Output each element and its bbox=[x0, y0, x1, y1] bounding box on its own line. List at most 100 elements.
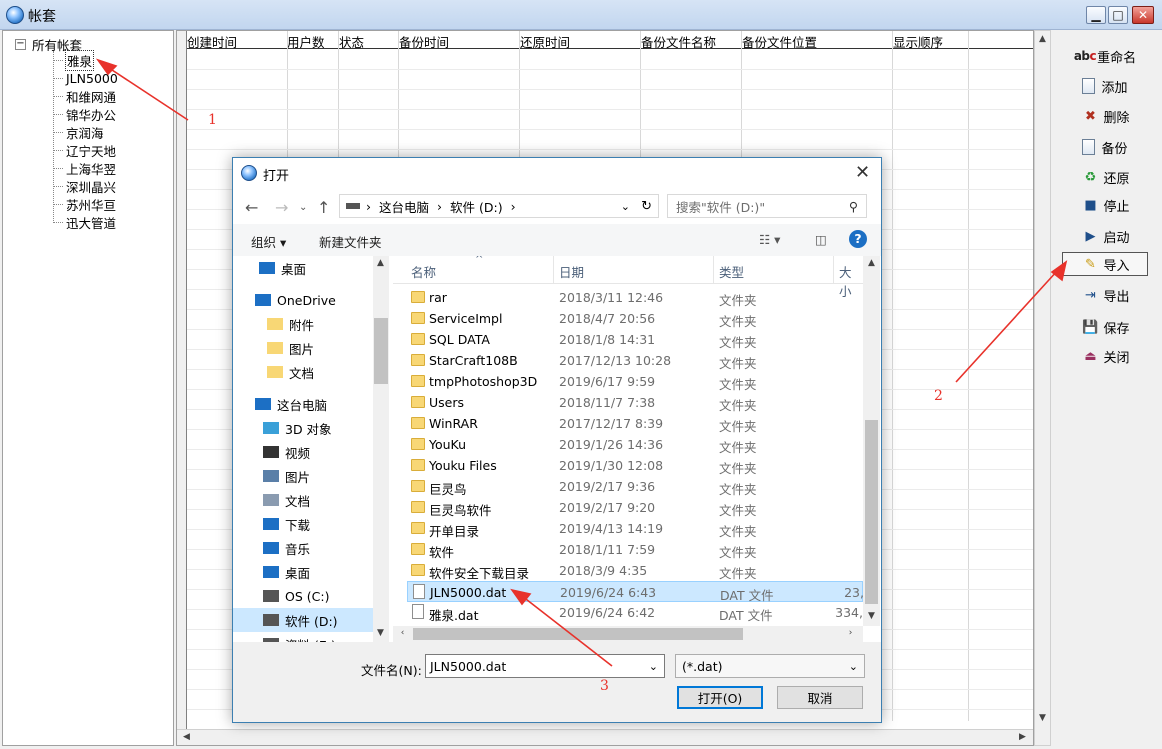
file-scroll-left-icon[interactable]: ‹ bbox=[395, 628, 410, 638]
nav-item[interactable]: 3D 对象 bbox=[233, 416, 373, 440]
nav-item[interactable]: 这台电脑 bbox=[233, 392, 373, 416]
start-button[interactable]: ▶ 启动 bbox=[1062, 224, 1148, 248]
tree-item[interactable]: 雅泉 bbox=[53, 49, 95, 71]
scroll-down-icon[interactable]: ▼ bbox=[1035, 713, 1050, 723]
file-hscroll-thumb[interactable] bbox=[413, 628, 743, 640]
file-vertical-scrollbar[interactable]: ▲ ▼ bbox=[863, 256, 880, 626]
forward-arrow-icon[interactable]: → bbox=[275, 198, 288, 217]
nav-item[interactable]: 软件 (D:) bbox=[233, 608, 373, 632]
stop-button[interactable]: ■ 停止 bbox=[1062, 193, 1148, 217]
up-arrow-icon[interactable]: ↑ bbox=[317, 198, 330, 217]
minimize-button[interactable]: ▁ bbox=[1086, 6, 1106, 24]
nav-item[interactable]: 视频 bbox=[233, 440, 373, 464]
maximize-button[interactable]: □ bbox=[1108, 6, 1128, 24]
filetype-select[interactable]: (*.dat) ⌄ bbox=[675, 654, 865, 678]
new-folder-button[interactable]: 新建文件夹 bbox=[319, 232, 382, 251]
file-row[interactable]: Users 2018/11/7 7:38 文件夹 bbox=[407, 392, 863, 413]
tree-item[interactable]: 和维网通 bbox=[53, 87, 117, 105]
nav-item[interactable]: 文档 bbox=[233, 488, 373, 512]
scroll-left-icon[interactable]: ◀ bbox=[179, 732, 194, 742]
rename-button[interactable]: ab c 重命名 bbox=[1062, 44, 1148, 68]
nav-item[interactable]: 文档 bbox=[233, 360, 373, 384]
grid-horizontal-scrollbar[interactable]: ◀ ▶ bbox=[177, 729, 1033, 745]
search-icon[interactable]: ⚲ bbox=[849, 199, 858, 214]
file-scroll-down-icon[interactable]: ▼ bbox=[864, 611, 879, 621]
tree-item[interactable]: JLN5000 bbox=[53, 69, 119, 87]
preview-pane-icon[interactable]: ◫ bbox=[815, 232, 827, 247]
file-row[interactable]: SQL DATA 2018/1/8 14:31 文件夹 bbox=[407, 329, 863, 350]
tree-item[interactable]: 辽宁天地 bbox=[53, 141, 117, 159]
nav-item[interactable]: OS (C:) bbox=[233, 584, 373, 608]
cancel-button[interactable]: 取消 bbox=[777, 686, 863, 709]
close-button[interactable]: ⏏ 关闭 bbox=[1062, 344, 1148, 368]
organize-button[interactable]: 组织 ▾ bbox=[251, 232, 286, 251]
add-button[interactable]: 添加 bbox=[1062, 74, 1148, 98]
file-horizontal-scrollbar[interactable]: ‹ › bbox=[393, 626, 863, 642]
nav-item[interactable]: 下载 bbox=[233, 512, 373, 536]
tree-item[interactable]: 锦华办公 bbox=[53, 105, 117, 123]
scroll-right-icon[interactable]: ▶ bbox=[1015, 732, 1030, 742]
dialog-close-icon[interactable]: ✕ bbox=[855, 162, 870, 183]
search-input[interactable]: 搜索"软件 (D:)" ⚲ bbox=[667, 194, 867, 218]
file-row[interactable]: tmpPhotoshop3D 2019/6/17 9:59 文件夹 bbox=[407, 371, 863, 392]
column-header[interactable]: 显示顺序 bbox=[893, 32, 943, 51]
help-icon[interactable]: ? bbox=[849, 230, 867, 248]
column-header[interactable]: 用户数 bbox=[287, 32, 325, 51]
scroll-up-icon[interactable]: ▲ bbox=[1035, 34, 1050, 44]
breadcrumb-this-pc[interactable]: 这台电脑 bbox=[379, 197, 429, 216]
column-header[interactable]: 备份时间 bbox=[399, 32, 449, 51]
tree-item[interactable]: 上海华翌 bbox=[53, 159, 117, 177]
collapse-toggle-icon[interactable]: − bbox=[15, 39, 26, 50]
file-row[interactable]: ServiceImpl 2018/4/7 20:56 文件夹 bbox=[407, 308, 863, 329]
column-header[interactable]: 备份文件名称 bbox=[641, 32, 716, 51]
filetype-dropdown-icon[interactable]: ⌄ bbox=[849, 660, 858, 673]
nav-scroll-up-icon[interactable]: ▲ bbox=[373, 258, 388, 268]
tree-item[interactable]: 苏州华亘 bbox=[53, 195, 117, 213]
column-header[interactable]: 创建时间 bbox=[187, 32, 237, 51]
nav-scrollbar[interactable]: ▲ ▼ bbox=[373, 256, 389, 642]
nav-item[interactable]: 桌面 bbox=[233, 256, 373, 280]
save-button[interactable]: 💾 保存 bbox=[1062, 315, 1148, 339]
file-row[interactable]: WinRAR 2017/12/17 8:39 文件夹 bbox=[407, 413, 863, 434]
nav-item[interactable]: OneDrive bbox=[233, 288, 373, 312]
tree-item[interactable]: 京润海 bbox=[53, 123, 105, 141]
open-button[interactable]: 打开(O) bbox=[677, 686, 763, 709]
type-column-header[interactable]: 类型 bbox=[719, 262, 744, 281]
file-row[interactable]: 巨灵鸟软件 2019/2/17 9:20 文件夹 bbox=[407, 497, 863, 518]
file-row[interactable]: JLN5000.dat 2019/6/24 6:43 DAT 文件 23, bbox=[407, 581, 864, 603]
address-box[interactable]: › 这台电脑 › 软件 (D:) › ⌄ ↻ bbox=[339, 194, 659, 218]
nav-scroll-down-icon[interactable]: ▼ bbox=[373, 628, 388, 638]
file-scroll-up-icon[interactable]: ▲ bbox=[864, 258, 879, 268]
backup-button[interactable]: 备份 bbox=[1062, 135, 1148, 159]
delete-button[interactable]: ✖ 删除 bbox=[1062, 104, 1148, 128]
nav-item[interactable]: 附件 bbox=[233, 312, 373, 336]
refresh-icon[interactable]: ↻ bbox=[641, 199, 652, 214]
restore-button[interactable]: ♻ 还原 bbox=[1062, 165, 1148, 189]
tree-item[interactable]: 深圳晶兴 bbox=[53, 177, 117, 195]
filename-dropdown-icon[interactable]: ⌄ bbox=[649, 660, 658, 673]
nav-item[interactable]: 音乐 bbox=[233, 536, 373, 560]
column-header[interactable]: 备份文件位置 bbox=[742, 32, 817, 51]
grid-vertical-scrollbar[interactable]: ▲ ▼ bbox=[1034, 30, 1051, 746]
recent-dropdown-icon[interactable]: ⌄ bbox=[299, 202, 307, 213]
file-row[interactable]: StarCraft108B 2017/12/13 10:28 文件夹 bbox=[407, 350, 863, 371]
file-row[interactable]: rar 2018/3/11 12:46 文件夹 bbox=[407, 287, 863, 308]
file-row[interactable]: 巨灵鸟 2019/2/17 9:36 文件夹 bbox=[407, 476, 863, 497]
back-arrow-icon[interactable]: ← bbox=[245, 198, 258, 217]
nav-item[interactable]: 图片 bbox=[233, 336, 373, 360]
nav-item[interactable]: 图片 bbox=[233, 464, 373, 488]
name-column-header[interactable]: 名称 bbox=[411, 262, 436, 281]
column-header[interactable]: 还原时间 bbox=[520, 32, 570, 51]
file-scroll-right-icon[interactable]: › bbox=[843, 628, 858, 638]
file-scroll-thumb[interactable] bbox=[865, 420, 878, 604]
file-row[interactable]: 软件安全下载目录 2018/3/9 4:35 文件夹 bbox=[407, 560, 863, 581]
nav-item[interactable]: 资料 (E:) bbox=[233, 632, 373, 642]
breadcrumb-drive-d[interactable]: 软件 (D:) bbox=[450, 197, 503, 216]
export-button[interactable]: ⇥ 导出 bbox=[1062, 283, 1148, 307]
filename-input[interactable]: JLN5000.dat ⌄ bbox=[425, 654, 665, 678]
tree-item[interactable]: 迅大管道 bbox=[53, 213, 117, 231]
view-options-icon[interactable]: ☷ ▾ bbox=[759, 232, 780, 247]
file-row[interactable]: Youku Files 2019/1/30 12:08 文件夹 bbox=[407, 455, 863, 476]
close-window-button[interactable]: ✕ bbox=[1132, 6, 1154, 24]
file-row[interactable]: 雅泉.dat 2019/6/24 6:42 DAT 文件 334, bbox=[407, 602, 863, 623]
